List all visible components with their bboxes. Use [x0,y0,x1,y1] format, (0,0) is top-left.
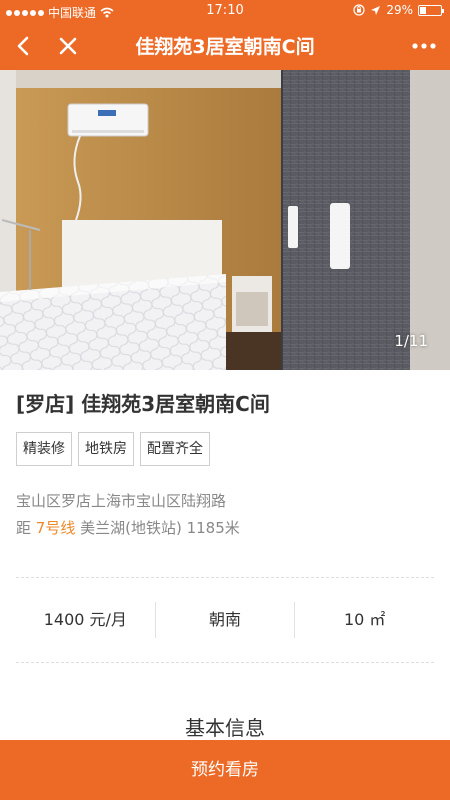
book-viewing-button[interactable]: 预约看房 [0,740,450,800]
room-title: [罗店] 佳翔苑3居室朝南C间 [16,392,270,416]
stat-area: 10 ㎡ [343,610,386,629]
divider [16,662,434,663]
battery-percent: 29% [386,3,413,17]
metro-distance: 距 7号线 美兰湖(地铁站) 1185米 [16,517,240,538]
room-photo-carousel[interactable]: 1/11 [0,70,450,370]
room-photo [0,70,450,370]
section-title-basic-info: 基本信息 [185,716,265,740]
close-button[interactable] [52,30,84,62]
metro-station-distance: 美兰湖(地铁站) 1185米 [80,519,240,537]
chevron-left-icon [17,36,29,56]
page-title: 佳翔苑3居室朝南C间 [135,36,315,58]
more-button[interactable] [408,30,440,62]
close-icon [59,37,77,55]
more-dots-icon [412,43,436,49]
photo-counter: 1/11 [394,332,428,350]
divider [16,577,434,578]
rotation-lock-icon [353,4,365,16]
feature-tags: 精装修 地铁房 配置齐全 [16,432,210,466]
status-right: 29% [353,3,444,17]
address-text: 宝山区罗店上海市宝山区陆翔路 [16,492,227,510]
metro-prefix: 距 [16,519,32,537]
stat-orientation: 朝南 [156,602,296,638]
tag-item: 地铁房 [78,432,134,466]
location-arrow-icon [371,5,381,15]
navigation-bar: 佳翔苑3居室朝南C间 [0,22,450,70]
tag-item: 配置齐全 [140,432,210,466]
back-button[interactable] [8,30,40,62]
top-bar: 中国联通 17:10 29% 佳翔苑3居室朝南C间 [0,0,450,70]
stat-price: 1400 元/月 [16,602,156,638]
tag-item: 精装修 [16,432,72,466]
key-stats: 1400 元/月 朝南 10 ㎡ [16,602,434,638]
status-bar: 中国联通 17:10 29% [0,0,450,22]
battery-icon [418,4,444,16]
metro-line: 7号线 [35,519,76,537]
